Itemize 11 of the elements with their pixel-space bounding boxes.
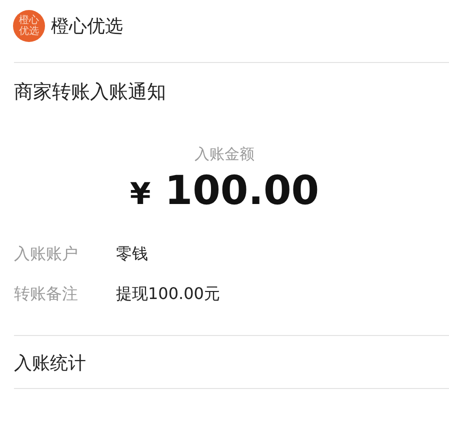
detail-value: 零钱 xyxy=(116,243,148,265)
amount-label: 入账金额 xyxy=(194,145,256,164)
detail-value: 提现100.00元 xyxy=(116,283,220,305)
detail-label: 入账账户 xyxy=(14,243,79,265)
account-name: 橙心优选 xyxy=(51,14,123,38)
currency-sign: ¥ xyxy=(130,177,151,212)
amount-value: 100.00 xyxy=(164,168,320,214)
detail-label: 转账备注 xyxy=(14,283,79,305)
notice-title: 商家转账入账通知 xyxy=(13,80,167,105)
section-label: 入账统计 xyxy=(13,352,87,375)
logo-icon: 橙心 优选 xyxy=(13,10,45,42)
